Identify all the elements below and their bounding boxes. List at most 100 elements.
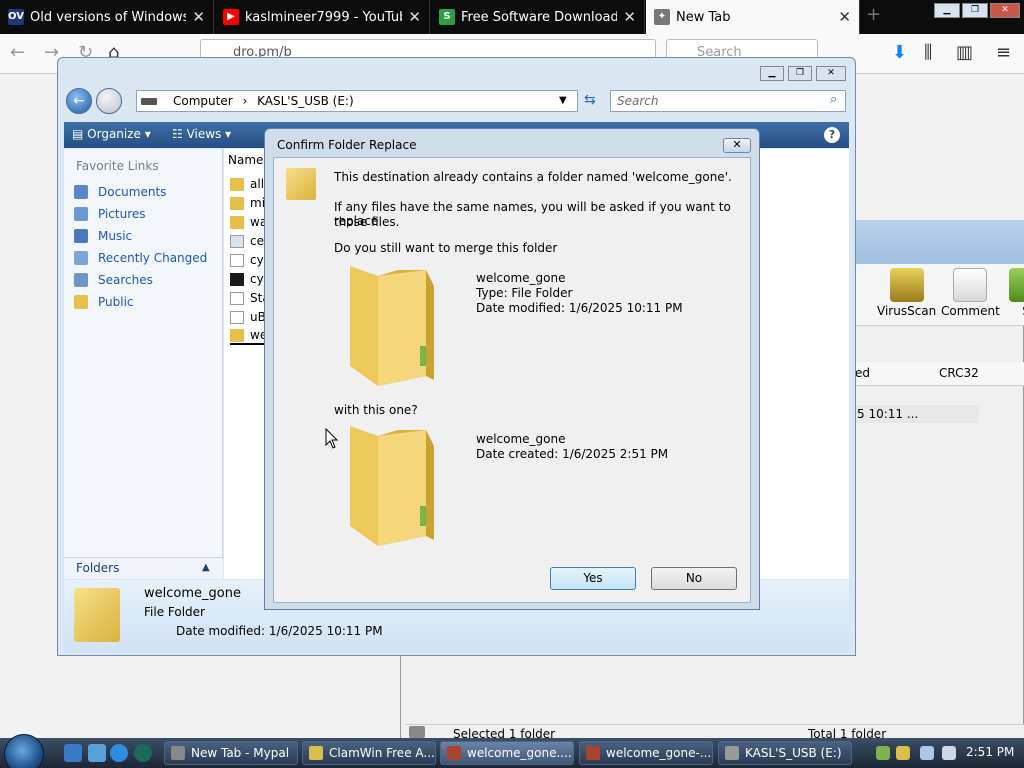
folder-icon <box>230 215 244 229</box>
dialog-title: Confirm Folder Replace <box>277 138 417 152</box>
pictures-icon <box>74 207 88 221</box>
help-icon[interactable]: ? <box>824 127 840 143</box>
close-icon[interactable]: ✕ <box>408 8 421 26</box>
details-name: welcome_gone <box>144 586 241 601</box>
documents-icon <box>74 185 88 199</box>
tab-free-software[interactable]: S Free Software Downloads and ✕ <box>431 0 645 34</box>
dialog-question: Do you still want to merge this folder <box>334 241 558 255</box>
clamwin-column-header: ed CRC32 <box>855 362 1024 386</box>
switch-windows-icon[interactable] <box>88 744 106 762</box>
chevron-down-icon[interactable]: ▼ <box>559 91 567 111</box>
close-window-icon[interactable]: ✕ <box>816 66 846 81</box>
sidebar-item-searches[interactable]: Searches <box>74 271 153 289</box>
dest-folder-date: Date modified: 1/6/2025 10:11 PM <box>476 301 683 315</box>
back-icon[interactable]: ← <box>66 88 92 114</box>
minimize-icon[interactable]: ▁ <box>760 66 784 81</box>
close-icon[interactable]: ✕ <box>192 8 205 26</box>
back-icon[interactable]: ← <box>10 42 25 63</box>
maximize-icon[interactable]: ❐ <box>788 66 812 81</box>
list-item[interactable]: mi <box>230 194 265 212</box>
recent-icon <box>74 251 88 265</box>
navigation-pane: Favorite Links Documents Pictures Music … <box>64 149 223 557</box>
new-tab-plus-icon[interactable]: + <box>866 4 881 25</box>
tab-label: kaslmineer7999 - YouTube <box>245 9 403 25</box>
list-item[interactable]: uB <box>230 308 266 326</box>
searches-icon <box>74 273 88 287</box>
sidebar-item-music[interactable]: Music <box>74 227 132 245</box>
tray-icon[interactable] <box>896 746 910 760</box>
netscape-icon[interactable] <box>134 744 152 762</box>
tab-label: Old versions of Windows, Mac <box>30 9 186 25</box>
sidebar-icon[interactable]: ▥ <box>956 42 973 63</box>
sfx-button[interactable]: S <box>1009 268 1024 318</box>
drive-icon <box>725 746 739 760</box>
source-folder-name: welcome_gone <box>476 432 566 446</box>
address-bar[interactable]: Computer › KASL'S_USB (E:) ▼ <box>136 90 578 112</box>
clock[interactable]: 2:51 PM <box>966 745 1014 759</box>
dest-folder-type: Type: File Folder <box>476 286 573 300</box>
tab-old-versions[interactable]: OV Old versions of Windows, Mac ✕ <box>0 0 214 34</box>
folders-toggle[interactable]: Folders ▲ <box>64 557 223 579</box>
computer-icon <box>141 98 157 105</box>
tab-youtube[interactable]: ▶ kaslmineer7999 - YouTube ✕ <box>215 0 430 34</box>
maximize-icon[interactable]: ❐ <box>962 3 988 18</box>
close-icon[interactable]: ✕ <box>838 8 851 26</box>
volume-icon[interactable] <box>942 746 956 760</box>
chevron-up-icon: ▲ <box>202 562 210 573</box>
taskbar-item-usb-drive[interactable]: KASL'S_USB (E:) <box>718 741 852 765</box>
yes-button[interactable]: Yes <box>550 567 636 590</box>
crc32-column[interactable]: CRC32 <box>939 366 979 380</box>
start-button[interactable] <box>4 734 44 768</box>
breadcrumb-separator-icon: › <box>242 94 248 108</box>
with-label: with this one? <box>334 403 418 417</box>
internet-explorer-icon[interactable] <box>110 744 128 762</box>
search-input[interactable]: Search <box>610 90 846 112</box>
forward-icon[interactable] <box>96 88 122 114</box>
show-desktop-icon[interactable] <box>64 744 82 762</box>
drive-icon <box>409 726 425 738</box>
organize-button[interactable]: ▤ Organize ▾ <box>72 127 151 141</box>
tab-new-tab[interactable]: ✦ New Tab ✕ <box>646 0 860 34</box>
close-icon[interactable]: ✕ <box>623 8 636 26</box>
file-icon <box>230 310 244 324</box>
favorite-links-heading: Favorite Links <box>76 159 159 173</box>
close-icon[interactable]: ✕ <box>723 138 751 153</box>
archive-icon <box>447 746 461 760</box>
taskbar-item-clamwin[interactable]: ClamWin Free A... <box>302 741 436 765</box>
sidebar-item-documents[interactable]: Documents <box>74 183 166 201</box>
search-icon[interactable]: ⌕ <box>830 92 837 107</box>
dialog-message: those files. <box>334 215 400 229</box>
comment-button[interactable]: Comment <box>941 268 1000 318</box>
list-item[interactable]: we <box>230 327 268 345</box>
taskbar-item-welcome-gone-1[interactable]: welcome_gone.... <box>440 741 574 765</box>
refresh-icon[interactable]: ⇆ <box>584 92 596 108</box>
taskbar: New Tab - Mypal ClamWin Free A... welcom… <box>0 734 1024 768</box>
library-icon[interactable]: ⫼ <box>924 42 932 63</box>
tab-label: New Tab <box>676 9 731 25</box>
list-item[interactable]: wa <box>230 213 267 231</box>
breadcrumb-computer[interactable]: Computer <box>173 94 233 108</box>
source-folder-date: Date created: 1/6/2025 2:51 PM <box>476 447 669 461</box>
sidebar-item-public[interactable]: Public <box>74 293 134 311</box>
table-row[interactable]: 5 10:11 ... <box>855 405 979 423</box>
tray-icon[interactable] <box>876 746 890 760</box>
taskbar-item-welcome-gone-2[interactable]: welcome_gone-... <box>579 741 713 765</box>
close-window-icon[interactable]: ✕ <box>990 3 1020 18</box>
folder-icon <box>230 328 244 342</box>
destination-folder-icon <box>350 266 434 386</box>
sidebar-item-pictures[interactable]: Pictures <box>74 205 146 223</box>
name-column-header[interactable]: Name <box>228 153 263 167</box>
sidebar-item-recently-changed[interactable]: Recently Changed <box>74 249 207 267</box>
download-icon[interactable]: ⬇ <box>892 42 907 63</box>
virusscan-button[interactable]: VirusScan <box>877 268 936 318</box>
views-button[interactable]: ☷ Views ▾ <box>172 127 231 141</box>
no-button[interactable]: No <box>651 567 737 590</box>
menu-icon[interactable]: ≡ <box>996 42 1011 63</box>
minimize-icon[interactable]: ▁ <box>934 3 960 18</box>
dialog-body: This destination already contains a fold… <box>273 157 751 603</box>
oldversion-icon: OV <box>8 9 24 25</box>
network-icon[interactable] <box>920 746 934 760</box>
folder-icon <box>74 588 120 642</box>
taskbar-item-mypal[interactable]: New Tab - Mypal <box>164 741 298 765</box>
breadcrumb-drive[interactable]: KASL'S_USB (E:) <box>257 94 354 108</box>
